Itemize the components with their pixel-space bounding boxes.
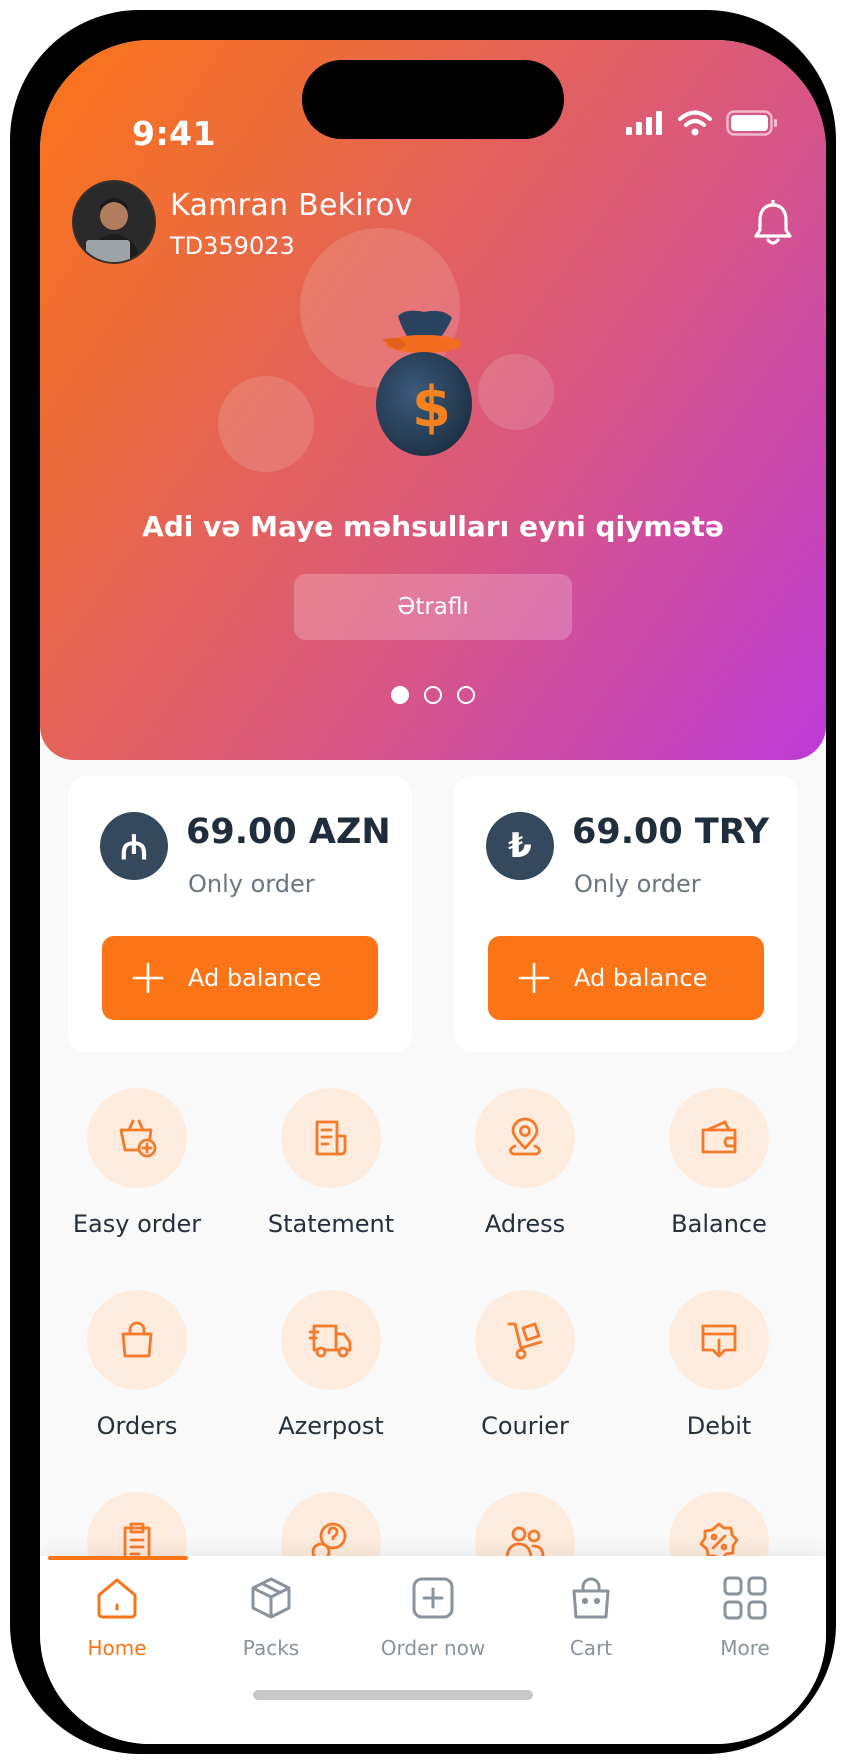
box-icon bbox=[251, 1577, 291, 1619]
service-orders[interactable]: Orders bbox=[40, 1290, 234, 1440]
balance-card-try: ₺ 69.00 TRY Only order Ad balance bbox=[454, 776, 798, 1052]
tab-label: Home bbox=[87, 1636, 147, 1660]
add-balance-button[interactable]: Ad balance bbox=[102, 936, 378, 1020]
promo-details-button[interactable]: Ətraflı bbox=[294, 574, 572, 640]
shopping-bag-icon bbox=[572, 1577, 610, 1619]
service-label: Debit bbox=[686, 1412, 752, 1440]
service-label: Statement bbox=[267, 1210, 395, 1238]
home-icon bbox=[97, 1578, 137, 1619]
plus-icon bbox=[518, 962, 550, 994]
tab-cart[interactable]: Cart bbox=[516, 1570, 666, 1660]
balance-subtitle: Only order bbox=[188, 870, 315, 898]
service-statement[interactable]: Statement bbox=[234, 1088, 428, 1238]
balance-subtitle: Only order bbox=[574, 870, 701, 898]
decor-bubble bbox=[478, 354, 554, 430]
document-icon bbox=[315, 1120, 347, 1156]
hand-truck-icon bbox=[507, 1322, 543, 1360]
carousel-dots bbox=[40, 686, 826, 704]
tab-label: Cart bbox=[569, 1636, 613, 1660]
add-balance-button[interactable]: Ad balance bbox=[488, 936, 764, 1020]
tab-label: More bbox=[720, 1636, 770, 1660]
service-label: Balance bbox=[671, 1210, 767, 1238]
card-download-icon bbox=[701, 1324, 737, 1358]
grid-icon bbox=[723, 1576, 767, 1620]
status-time: 9:41 bbox=[132, 114, 217, 153]
service-debit[interactable]: Debit bbox=[622, 1290, 816, 1440]
tab-more[interactable]: More bbox=[670, 1570, 820, 1660]
balance-amount: 69.00 AZN bbox=[186, 812, 391, 852]
truck-icon bbox=[308, 1324, 352, 1358]
service-label: Adress bbox=[484, 1210, 566, 1238]
carousel-dot[interactable] bbox=[424, 686, 442, 704]
service-courier[interactable]: Courier bbox=[428, 1290, 622, 1440]
bell-icon[interactable] bbox=[752, 200, 794, 248]
manat-icon: ₼ bbox=[100, 812, 168, 880]
tab-order-now[interactable]: Order now bbox=[358, 1570, 508, 1660]
home-indicator[interactable] bbox=[253, 1690, 533, 1700]
carousel-dot[interactable] bbox=[391, 686, 409, 704]
basket-plus-icon bbox=[119, 1119, 157, 1158]
service-label: Courier bbox=[481, 1412, 569, 1440]
phone-frame: 9:41 Kamran Bekirov TD359023 $ Adi və Ma… bbox=[10, 10, 836, 1754]
bag-icon bbox=[121, 1321, 153, 1358]
battery-icon bbox=[726, 110, 777, 136]
location-pin-icon bbox=[509, 1117, 541, 1156]
svg-text:$: $ bbox=[412, 375, 451, 440]
status-icons bbox=[626, 110, 778, 136]
decor-bubble bbox=[218, 376, 314, 472]
wifi-icon bbox=[678, 110, 712, 136]
plus-icon bbox=[132, 962, 164, 994]
tab-label: Packs bbox=[242, 1636, 300, 1660]
tab-home[interactable]: Home bbox=[42, 1570, 192, 1660]
add-balance-label: Ad balance bbox=[188, 964, 322, 992]
service-label: Azerpost bbox=[278, 1412, 384, 1440]
app-screen: 9:41 Kamran Bekirov TD359023 $ Adi və Ma… bbox=[40, 40, 826, 1744]
add-balance-label: Ad balance bbox=[574, 964, 708, 992]
carousel-dot[interactable] bbox=[457, 686, 475, 704]
service-label: Easy order bbox=[72, 1210, 202, 1238]
wallet-icon bbox=[701, 1120, 737, 1154]
promo-title: Adi və Maye məhsulları eyni qiymətə bbox=[142, 510, 724, 543]
tab-label: Order now bbox=[380, 1636, 486, 1660]
tab-packs[interactable]: Packs bbox=[196, 1570, 346, 1660]
avatar-photo-icon bbox=[74, 182, 154, 262]
avatar[interactable] bbox=[72, 180, 156, 264]
money-bag-icon: $ bbox=[376, 310, 472, 456]
plus-square-icon bbox=[412, 1577, 454, 1619]
promo-banner: 9:41 Kamran Bekirov TD359023 $ Adi və Ma… bbox=[40, 40, 826, 760]
service-balance[interactable]: Balance bbox=[622, 1088, 816, 1238]
user-id: TD359023 bbox=[170, 232, 295, 260]
active-tab-indicator bbox=[48, 1556, 188, 1560]
lira-icon: ₺ bbox=[486, 812, 554, 880]
service-label: Orders bbox=[96, 1412, 178, 1440]
bottom-tab-bar: Home Packs Order now Cart More bbox=[40, 1556, 826, 1744]
balance-card-azn: ₼ 69.00 AZN Only order Ad balance bbox=[68, 776, 412, 1052]
dynamic-island bbox=[302, 60, 564, 139]
user-name: Kamran Bekirov bbox=[170, 188, 413, 223]
balance-amount: 69.00 TRY bbox=[572, 812, 770, 852]
service-adress[interactable]: Adress bbox=[428, 1088, 622, 1238]
signal-icon bbox=[626, 111, 662, 135]
service-azerpost[interactable]: Azerpost bbox=[234, 1290, 428, 1440]
service-easy-order[interactable]: Easy order bbox=[40, 1088, 234, 1238]
